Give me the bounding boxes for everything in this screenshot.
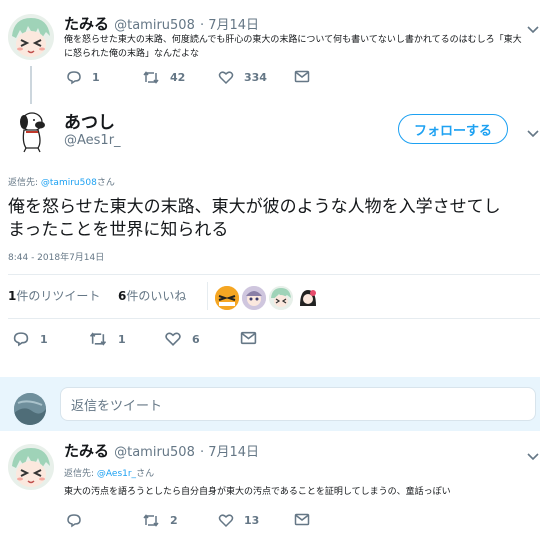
retweet-icon — [143, 71, 159, 84]
retweet-icon — [143, 514, 159, 527]
reply-input-placeholder: 返信をツイート — [71, 398, 163, 414]
like-stats[interactable]: 6件のいいね — [118, 287, 186, 304]
like-count: 13 — [244, 514, 260, 527]
display-handle[interactable]: @Aes1r_ — [64, 133, 121, 148]
tweet-date[interactable]: · 7月14日 — [200, 445, 259, 460]
heart-icon — [165, 332, 181, 346]
retweet-count: 1 — [118, 332, 126, 346]
tweet-header: たみる @tamiru508 · 7月14日 — [64, 440, 259, 461]
author-name[interactable]: たみる — [64, 442, 109, 460]
divider — [8, 274, 540, 275]
like-action[interactable]: 13 — [218, 513, 259, 528]
dm-action[interactable] — [294, 70, 320, 83]
author-handle[interactable]: @tamiru508 — [114, 445, 195, 460]
caret-down-icon[interactable] — [526, 124, 540, 143]
reply-compose-area: 返信をツイート — [0, 377, 540, 431]
reply-action[interactable]: 1 — [66, 70, 100, 85]
reply-to-suffix: さん — [136, 469, 155, 479]
liker-avatar-3[interactable] — [269, 286, 293, 310]
stats-separator — [207, 282, 208, 310]
reply-to-label: 返信先: — [64, 469, 97, 479]
reply-action[interactable] — [66, 513, 92, 528]
reply-icon — [13, 332, 29, 347]
like-count: 6 — [192, 332, 200, 346]
reply-to-line: 返信先: @tamiru508さん — [8, 175, 115, 188]
like-action[interactable]: 6 — [164, 331, 200, 347]
display-name[interactable]: あつし — [64, 108, 115, 133]
reply-action[interactable]: 1 — [12, 331, 48, 347]
follow-button[interactable]: フォローする — [398, 114, 508, 144]
retweet-icon — [89, 332, 107, 346]
liker-avatar-1[interactable] — [215, 286, 239, 310]
like-stat-label: 件のいいね — [126, 289, 187, 303]
avatar-tamiru[interactable] — [8, 444, 54, 490]
tweet-text: 東大の汚点を語ろうとしたら自分自身が東大の汚点であることを証明してしまうの、童話… — [64, 487, 451, 497]
main-tweet-text-line2: まったことを世界に知られる — [8, 220, 229, 240]
tweet-date[interactable]: · 7月14日 — [200, 18, 259, 33]
reply-icon — [67, 71, 81, 85]
main-tweet-text: 俺を怒らせた東大の末路、東大が彼のような人物を入学させてし まったことを世界に知… — [8, 196, 536, 242]
author-handle[interactable]: @tamiru508 — [114, 18, 195, 33]
retweet-action[interactable]: 2 — [142, 513, 178, 528]
thread-line — [30, 66, 32, 104]
dm-action[interactable] — [294, 513, 320, 526]
heart-icon — [218, 514, 234, 528]
avatar-tamiru[interactable] — [8, 14, 54, 60]
liker-avatar-2[interactable] — [242, 286, 266, 310]
reply-input[interactable]: 返信をツイート — [60, 387, 536, 421]
avatar-atsushi[interactable] — [10, 108, 56, 154]
own-avatar[interactable] — [14, 393, 46, 425]
follow-button-label: フォローする — [413, 123, 492, 139]
reply-to-suffix: さん — [96, 178, 115, 188]
tweet-text-line1: 俺を怒らせた東大の末路、何度読んでも肝心の東大の末路について何も書いてないし書か… — [64, 35, 522, 45]
retweet-action[interactable]: 1 — [88, 331, 126, 347]
envelope-icon — [294, 70, 310, 83]
reply-icon — [67, 514, 81, 528]
retweet-count: 42 — [170, 71, 186, 84]
reply-to-handle[interactable]: @Aes1r_ — [97, 469, 136, 479]
reply-count: 1 — [40, 332, 48, 346]
envelope-icon — [294, 513, 310, 526]
divider — [8, 318, 540, 319]
tweet-text-line2: に怒られた俺の末路」なんだよな — [64, 49, 200, 59]
like-count: 334 — [244, 71, 267, 84]
caret-down-icon[interactable] — [526, 447, 540, 466]
main-tweet-text-line1: 俺を怒らせた東大の末路、東大が彼のような人物を入学させてし — [8, 197, 501, 217]
dm-action[interactable] — [240, 331, 267, 345]
tweet-text: 俺を怒らせた東大の末路、何度読んでも肝心の東大の末路について何も書いてないし書か… — [64, 33, 538, 61]
reply-count: 1 — [92, 71, 100, 84]
reply-to-handle[interactable]: @tamiru508 — [41, 178, 97, 188]
reply-to-label: 返信先: — [8, 178, 41, 188]
timestamp[interactable]: 8:44 - 2018年7月14日 — [8, 250, 104, 263]
retweet-stat-label: 件のリツイート — [16, 289, 101, 303]
reply-to-line: 返信先: @Aes1r_さん — [64, 466, 154, 479]
heart-icon — [218, 71, 234, 85]
retweet-action[interactable]: 42 — [142, 70, 185, 85]
tweet-header: たみる @tamiru508 · 7月14日 — [64, 13, 259, 34]
envelope-icon — [240, 331, 257, 345]
retweet-stats[interactable]: 1件のリツイート — [8, 287, 100, 304]
author-name[interactable]: たみる — [64, 15, 109, 33]
like-action[interactable]: 334 — [218, 70, 267, 85]
liker-avatar-4[interactable] — [296, 286, 320, 310]
retweet-count: 2 — [170, 514, 178, 527]
